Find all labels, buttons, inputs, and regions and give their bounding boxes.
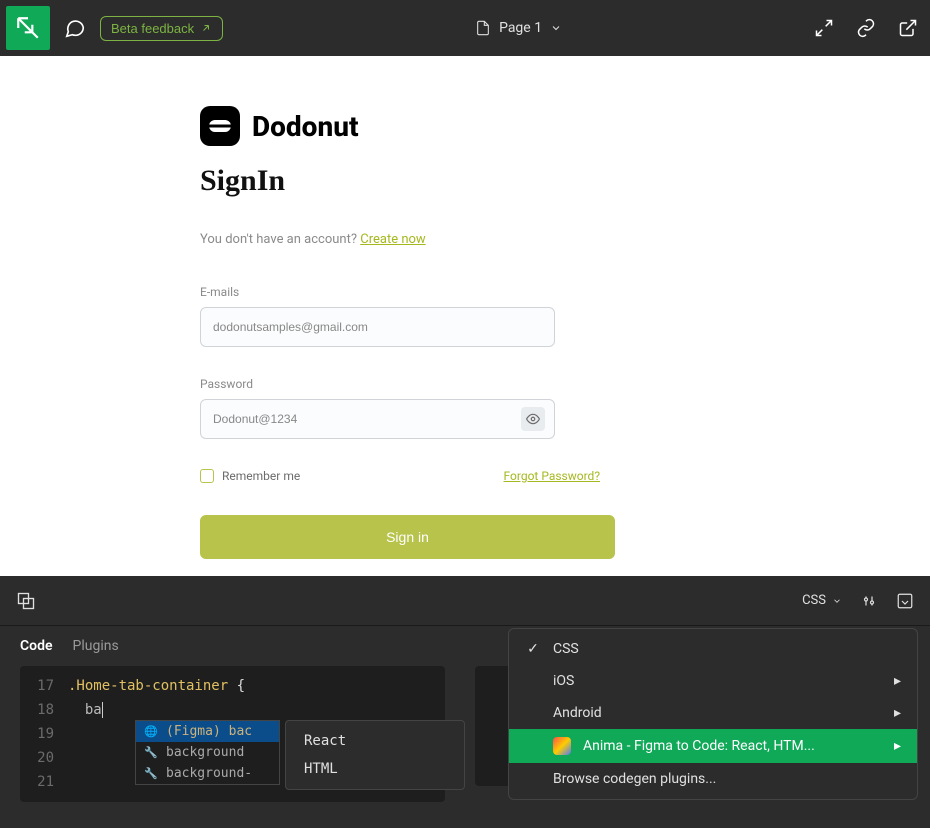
brand-logo-icon xyxy=(200,106,240,146)
external-link-icon xyxy=(200,22,212,34)
chevron-down-icon xyxy=(550,22,562,34)
top-bar: Beta feedback Page 1 xyxy=(0,0,930,56)
panel-toolbar-right: CSS xyxy=(802,592,914,610)
dropdown-item-ios[interactable]: iOS ▸ xyxy=(509,665,917,697)
subtext-prefix: You don't have an account? xyxy=(200,232,360,247)
line-number: 18 xyxy=(20,702,68,718)
email-field[interactable] xyxy=(200,307,555,347)
remember-checkbox[interactable] xyxy=(200,469,214,483)
create-account-link[interactable]: Create now xyxy=(360,232,425,247)
autocomplete-item[interactable]: 🌐(Figma) bac xyxy=(136,721,279,742)
settings-icon[interactable] xyxy=(860,592,878,610)
design-canvas: Dodonut SignIn You don't have an account… xyxy=(0,56,930,576)
password-field[interactable] xyxy=(200,399,555,439)
remember-me[interactable]: Remember me xyxy=(200,469,300,483)
password-input-wrap xyxy=(200,399,555,439)
beta-feedback-button[interactable]: Beta feedback xyxy=(100,16,223,41)
brace-open: { xyxy=(237,678,245,694)
css-selector: .Home-tab-container xyxy=(68,678,228,694)
dropdown-item-android[interactable]: Android ▸ xyxy=(509,697,917,729)
chevron-right-icon: ▸ xyxy=(894,705,901,721)
signin-button[interactable]: Sign in xyxy=(200,515,615,559)
code-editor[interactable]: 17.Home-tab-container { 18 ba 19 20 21 🌐… xyxy=(20,666,445,802)
panel-toolbar: CSS xyxy=(0,576,930,626)
page-selector[interactable]: Page 1 xyxy=(237,20,800,36)
beta-feedback-label: Beta feedback xyxy=(111,21,194,36)
autocomplete-item[interactable]: 🔧background xyxy=(136,742,279,763)
open-external-icon[interactable] xyxy=(898,18,918,38)
anima-plugin-icon xyxy=(553,737,571,755)
wrench-icon: 🔧 xyxy=(144,767,158,781)
line-number: 21 xyxy=(20,774,68,790)
dropdown-item-css[interactable]: ✓CSS xyxy=(509,633,917,665)
codegen-dropdown: ✓CSS iOS ▸ Android ▸ Anima - Figma to Co… xyxy=(508,628,918,800)
dropdown-item-browse[interactable]: Browse codegen plugins... xyxy=(509,763,917,795)
expand-icon[interactable] xyxy=(814,18,834,38)
context-menu-react[interactable]: React xyxy=(286,727,464,755)
file-icon xyxy=(475,20,491,36)
remember-label: Remember me xyxy=(222,469,300,483)
dropdown-item-anima[interactable]: Anima - Figma to Code: React, HTM... ▸ xyxy=(509,729,917,763)
brand-name: Dodonut xyxy=(252,110,359,143)
remember-forgot-row: Remember me Forgot Password? xyxy=(200,469,600,483)
wrench-icon: 🔧 xyxy=(144,746,158,760)
eye-icon xyxy=(526,412,540,426)
line-number: 17 xyxy=(20,678,68,694)
text-cursor xyxy=(102,702,103,718)
signin-title: SignIn xyxy=(200,164,610,198)
autocomplete-item[interactable]: 🔧background- xyxy=(136,763,279,784)
context-menu-html[interactable]: HTML xyxy=(286,755,464,783)
page-title: Page 1 xyxy=(499,20,542,36)
check-icon: ✓ xyxy=(525,641,541,657)
css-dropdown-label: CSS xyxy=(802,593,826,608)
forgot-password-link[interactable]: Forgot Password? xyxy=(504,469,600,483)
globe-icon: 🌐 xyxy=(144,725,158,739)
code-language-dropdown[interactable]: CSS xyxy=(802,593,842,608)
password-label: Password xyxy=(200,377,610,391)
signin-subtext: You don't have an account? Create now xyxy=(200,232,610,247)
chevron-down-icon xyxy=(832,596,842,606)
dev-mode-logo[interactable] xyxy=(6,6,50,50)
collapse-panel-icon[interactable] xyxy=(896,592,914,610)
signin-frame: Dodonut SignIn You don't have an account… xyxy=(200,106,610,559)
chevron-right-icon: ▸ xyxy=(894,673,901,689)
typed-text: ba xyxy=(85,702,102,718)
line-number: 19 xyxy=(20,726,68,742)
chevron-right-icon: ▸ xyxy=(894,738,901,754)
link-icon[interactable] xyxy=(856,18,876,38)
comment-icon[interactable] xyxy=(64,17,86,39)
tab-plugins[interactable]: Plugins xyxy=(73,638,119,654)
line-number: 20 xyxy=(20,750,68,766)
tab-code[interactable]: Code xyxy=(20,638,53,654)
toggle-password-visibility[interactable] xyxy=(521,407,545,431)
topbar-right xyxy=(814,18,918,38)
email-input-wrap xyxy=(200,307,610,347)
brand-row: Dodonut xyxy=(200,106,610,146)
autocomplete-popup: 🌐(Figma) bac 🔧background 🔧background- xyxy=(135,720,280,785)
context-menu: React HTML xyxy=(285,720,465,790)
email-label: E-mails xyxy=(200,285,610,299)
layers-icon[interactable] xyxy=(16,591,36,611)
